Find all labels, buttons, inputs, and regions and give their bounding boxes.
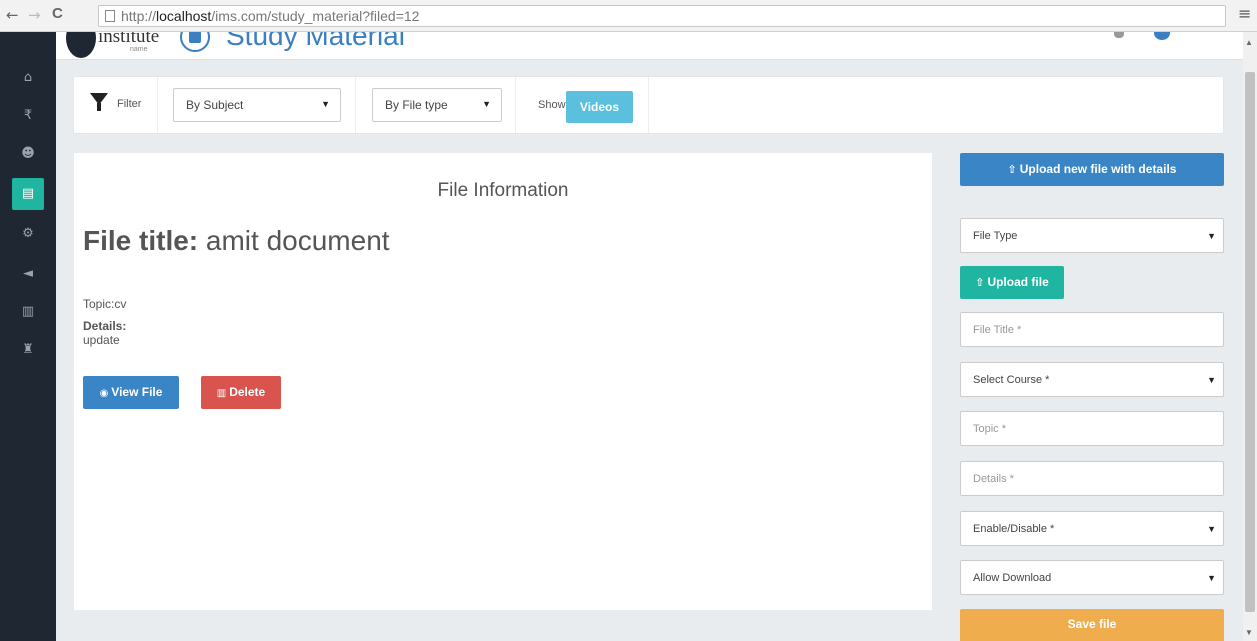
browser-toolbar: ← → C http://localhost/ims.com/study_mat… [0, 0, 1257, 32]
course-select[interactable]: Select Course * ▼ [960, 362, 1224, 397]
upload-file-button[interactable]: ⇧ Upload file [960, 266, 1064, 299]
bullhorn-icon[interactable]: ◄ [12, 258, 44, 290]
trash-icon: ▥ [216, 388, 227, 399]
view-file-button[interactable]: ◉ View File [83, 376, 179, 409]
page-icon [105, 10, 115, 22]
chevron-down-icon: ▼ [482, 99, 491, 109]
details-input[interactable]: Details * [960, 461, 1224, 496]
save-file-button[interactable]: Save file [960, 609, 1224, 641]
chevron-down-icon: ▼ [1207, 573, 1216, 583]
chevron-down-icon: ▼ [1207, 231, 1216, 241]
url-host: localhost [156, 8, 212, 24]
file-topic: Topic:cv [83, 297, 127, 311]
notification-icon[interactable] [1114, 32, 1124, 38]
scroll-thumb[interactable] [1245, 72, 1255, 612]
page-scrollbar[interactable]: ▲ ▼ [1243, 32, 1257, 641]
rupee-icon[interactable]: ₹ [12, 100, 44, 132]
delete-label: Delete [229, 385, 266, 399]
enable-disable-value: Enable/Disable * [973, 523, 1055, 535]
back-arrow-icon[interactable]: ← [6, 6, 19, 24]
user-avatar-icon[interactable] [1154, 32, 1170, 40]
view-file-label: View File [111, 385, 163, 399]
gears-icon[interactable]: ⚙ [12, 218, 44, 250]
subject-select[interactable]: By Subject ▼ [173, 88, 341, 122]
details-value: update [83, 333, 120, 347]
sidebar: ⌂ ₹ ☻ ▤ ⚙ ◄ ▥ ♜ [0, 32, 56, 641]
study-material-icon [180, 32, 210, 52]
filetype-select-value: By File type [385, 98, 448, 112]
logo-subtext: name [130, 46, 148, 53]
logo-text: institute [98, 32, 160, 47]
bar-chart-icon[interactable]: ▥ [12, 296, 44, 328]
filter-funnel-stem [97, 103, 101, 111]
filter-label: Filter [117, 98, 142, 110]
scroll-down-icon[interactable]: ▼ [1245, 628, 1253, 637]
chevron-down-icon: ▼ [1207, 524, 1216, 534]
upload-new-label: Upload new file with details [1019, 162, 1177, 176]
filter-cell: Filter [74, 77, 158, 133]
browser-menu-icon[interactable]: ≡ [1238, 4, 1251, 23]
allow-download-value: Allow Download [973, 572, 1052, 584]
file-info-panel: File Information File title: amit docume… [74, 153, 932, 610]
file-title-label: File title: [83, 225, 199, 256]
upload-icon: ⇧ [975, 276, 985, 289]
scroll-up-icon[interactable]: ▲ [1245, 38, 1253, 47]
eye-icon: ◉ [99, 388, 109, 399]
upload-icon: ⇧ [1007, 163, 1017, 176]
logo-icon [66, 32, 96, 58]
filetype-cell: By File type ▼ [356, 77, 516, 133]
details-label: Details: [83, 319, 127, 333]
allow-download-select[interactable]: Allow Download ▼ [960, 560, 1224, 595]
delete-button[interactable]: ▥ Delete [201, 376, 281, 409]
url-prefix: http:// [121, 8, 157, 24]
subject-cell: By Subject ▼ [158, 77, 356, 133]
forward-arrow-icon[interactable]: → [28, 6, 41, 24]
file-title: File title: amit document [83, 225, 390, 257]
page-header: institute name Study Material [56, 32, 1243, 60]
upload-new-file-button[interactable]: ⇧ Upload new file with details [960, 153, 1224, 186]
chevron-down-icon: ▼ [1207, 375, 1216, 385]
file-type-select[interactable]: File Type ▼ [960, 218, 1224, 253]
enable-disable-select[interactable]: Enable/Disable * ▼ [960, 511, 1224, 546]
chevron-down-icon: ▼ [321, 99, 330, 109]
file-type-value: File Type [973, 230, 1018, 242]
reload-icon[interactable]: C [52, 5, 63, 22]
address-bar[interactable]: http://localhost/ims.com/study_material?… [98, 5, 1226, 27]
filter-bar: Filter By Subject ▼ By File type ▼ Show:… [73, 76, 1224, 134]
topic-input[interactable]: Topic * [960, 411, 1224, 446]
show-label: Show: [538, 99, 569, 111]
videos-button[interactable]: Videos [566, 91, 633, 123]
url-path: /ims.com/study_material?filed=12 [211, 8, 420, 24]
trophy-icon[interactable]: ♜ [12, 334, 44, 366]
home-icon[interactable]: ⌂ [12, 62, 44, 94]
subject-select-value: By Subject [186, 98, 244, 112]
file-title-input[interactable]: File Title * [960, 312, 1224, 347]
filetype-select[interactable]: By File type ▼ [372, 88, 502, 122]
upload-file-label: Upload file [987, 275, 1049, 289]
users-icon[interactable]: ☻ [12, 138, 44, 170]
file-title-value: amit document [198, 225, 390, 256]
file-info-heading: File Information [437, 180, 569, 201]
page-title: Study Material [226, 32, 405, 51]
document-icon[interactable]: ▤ [12, 178, 44, 210]
course-select-value: Select Course * [973, 374, 1050, 386]
